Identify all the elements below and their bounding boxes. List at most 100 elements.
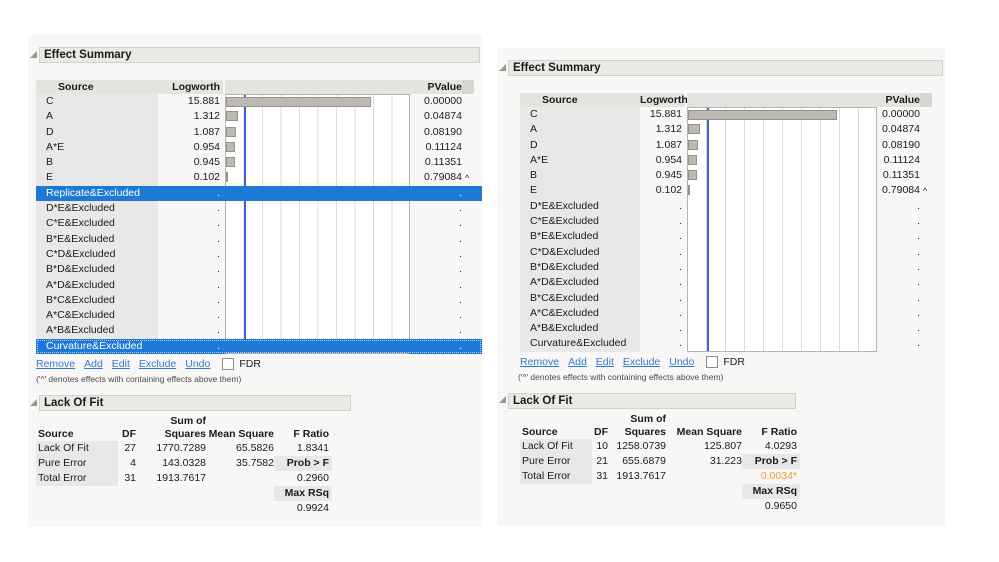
effect-row[interactable]: A*C&Excluded.. — [520, 305, 945, 322]
logworth-chart-cell — [225, 94, 410, 110]
effect-row[interactable]: D*E&Excluded.. — [520, 198, 945, 215]
logworth-chart-cell — [225, 170, 410, 186]
column-header-source[interactable]: Source — [520, 93, 640, 107]
fdr-checkbox[interactable] — [706, 355, 719, 368]
lof-cell: 1770.7289 — [156, 442, 206, 455]
effect-source: B — [36, 155, 158, 171]
action-link-edit[interactable]: Edit — [596, 356, 614, 368]
effect-row[interactable]: C 15.881 0.00000 — [520, 107, 945, 123]
lof-cell — [592, 499, 608, 514]
effect-row[interactable]: A*E 0.954 0.11124 — [36, 139, 482, 156]
effect-row[interactable]: A*D&Excluded.. — [520, 275, 945, 291]
effect-row[interactable]: A*B&Excluded.. — [520, 321, 945, 337]
effect-logworth: . — [217, 278, 220, 291]
effect-row[interactable]: A*D&Excluded.. — [36, 277, 482, 293]
lof-cell — [608, 499, 666, 514]
effect-row[interactable]: B*D&Excluded.. — [520, 259, 945, 276]
effect-row[interactable]: D 1.087 0.08190 — [36, 124, 482, 140]
logworth-chart-cell — [225, 262, 410, 278]
effect-pvalue: 0.08190 — [882, 138, 920, 151]
logworth-chart-cell — [225, 201, 410, 217]
lof-cell — [206, 501, 274, 516]
effect-logworth: . — [217, 217, 220, 230]
effect-row[interactable]: E 0.102 0.79084 ^ — [36, 170, 482, 186]
effect-row[interactable]: B*C&Excluded.. — [520, 290, 945, 306]
fdr-label: FDR — [723, 355, 745, 368]
column-header-pvalue[interactable]: PValue — [877, 93, 920, 107]
effect-source: A — [36, 109, 158, 125]
action-link-exclude[interactable]: Exclude — [623, 356, 660, 368]
action-link-remove[interactable]: Remove — [36, 358, 75, 370]
effect-source: B*D&Excluded — [520, 259, 640, 276]
effect-row[interactable]: Curvature&Excluded.. — [36, 338, 482, 355]
disclosure-triangle-icon[interactable] — [30, 50, 37, 58]
effect-row[interactable]: A*B&Excluded.. — [36, 323, 482, 339]
column-header-mean-square: Mean Square — [676, 425, 742, 438]
lof-cell: 0.9650 — [764, 499, 797, 512]
disclosure-triangle-icon[interactable] — [30, 398, 37, 406]
effect-row[interactable]: D 1.087 0.08190 — [520, 137, 945, 153]
column-header-logworth[interactable]: Logworth — [640, 93, 688, 107]
effect-row[interactable]: A 1.312 0.04874 — [36, 109, 482, 125]
report-panel-left: Effect Summary Source Logworth PValue C 1… — [28, 35, 482, 527]
effect-row[interactable]: E 0.102 0.79084 ^ — [520, 183, 945, 199]
action-link-remove[interactable]: Remove — [520, 356, 559, 368]
fdr-checkbox[interactable] — [222, 358, 235, 371]
logworth-bar — [688, 124, 701, 135]
containing-effect-caret — [462, 109, 474, 124]
containing-effect-caret — [920, 122, 932, 137]
effect-source: Curvature&Excluded — [520, 336, 640, 352]
effect-row[interactable]: A*C&Excluded.. — [36, 308, 482, 324]
lack-of-fit-table: Sum of Source DF Squares Mean Square F R… — [520, 413, 945, 514]
effect-summary-header[interactable]: Effect Summary — [39, 47, 480, 63]
lof-cell: Lack Of Fit — [36, 441, 118, 457]
column-header-source[interactable]: Source — [36, 80, 158, 94]
effect-source: B*C&Excluded — [520, 290, 640, 306]
lack-of-fit-header[interactable]: Lack Of Fit — [508, 392, 796, 409]
significance-ref-line — [244, 231, 247, 247]
action-link-add[interactable]: Add — [568, 356, 587, 368]
containing-effect-caret — [462, 232, 474, 247]
effect-row[interactable]: Replicate&Excluded.. — [36, 185, 482, 202]
effect-row[interactable]: C*D&Excluded.. — [36, 246, 482, 263]
effect-row[interactable]: Curvature&Excluded.. — [520, 336, 945, 352]
containing-effect-caret — [462, 216, 474, 231]
significance-ref-line — [706, 275, 709, 291]
effect-row[interactable]: B 0.945 0.11351 — [36, 155, 482, 171]
effect-row[interactable]: C*D&Excluded.. — [520, 244, 945, 260]
containing-effect-caret: ^ — [465, 173, 470, 184]
action-link-undo[interactable]: Undo — [185, 358, 210, 370]
effect-summary-outline: Effect Summary — [497, 60, 945, 76]
lof-cell: Pure Error — [36, 456, 118, 472]
action-link-exclude[interactable]: Exclude — [139, 358, 176, 370]
action-link-edit[interactable]: Edit — [112, 358, 130, 370]
effect-summary-header[interactable]: Effect Summary — [508, 60, 943, 76]
effect-row[interactable]: A*E 0.954 0.11124 — [520, 152, 945, 169]
effect-row[interactable]: C*E&Excluded.. — [36, 216, 482, 232]
logworth-chart-cell — [687, 290, 877, 306]
effect-pvalue: . — [917, 337, 920, 350]
lack-of-fit-rows: Lack Of Fit 10 1258.0739 125.807 4.0293 Pure … — [520, 438, 945, 514]
lack-of-fit-header[interactable]: Lack Of Fit — [39, 395, 351, 412]
effect-row[interactable]: B*E&Excluded.. — [36, 231, 482, 247]
effect-row[interactable]: B 0.945 0.11351 — [520, 168, 945, 184]
disclosure-triangle-icon[interactable] — [499, 396, 506, 404]
containing-effect-caret — [920, 321, 932, 336]
effect-pvalue: 0.04874 — [882, 123, 920, 136]
action-link-undo[interactable]: Undo — [669, 356, 694, 368]
effect-pvalue: . — [917, 291, 920, 304]
lof-cell: 4.0293 — [764, 439, 797, 452]
lof-cell: 4 — [130, 457, 136, 470]
effect-row[interactable]: A 1.312 0.04874 — [520, 122, 945, 138]
column-header-logworth[interactable]: Logworth — [158, 80, 223, 94]
effect-row[interactable]: C 15.881 0.00000 — [36, 94, 482, 110]
effect-row[interactable]: B*D&Excluded.. — [36, 262, 482, 278]
effect-row[interactable]: C*E&Excluded.. — [520, 214, 945, 230]
effect-row[interactable]: B*E&Excluded.. — [520, 229, 945, 245]
effect-row[interactable]: D*E&Excluded.. — [36, 201, 482, 217]
effect-row[interactable]: B*C&Excluded.. — [36, 292, 482, 309]
action-link-add[interactable]: Add — [84, 358, 103, 370]
column-header-pvalue[interactable]: PValue — [410, 80, 462, 94]
fdr-label: FDR — [239, 358, 261, 371]
disclosure-triangle-icon[interactable] — [499, 63, 506, 71]
